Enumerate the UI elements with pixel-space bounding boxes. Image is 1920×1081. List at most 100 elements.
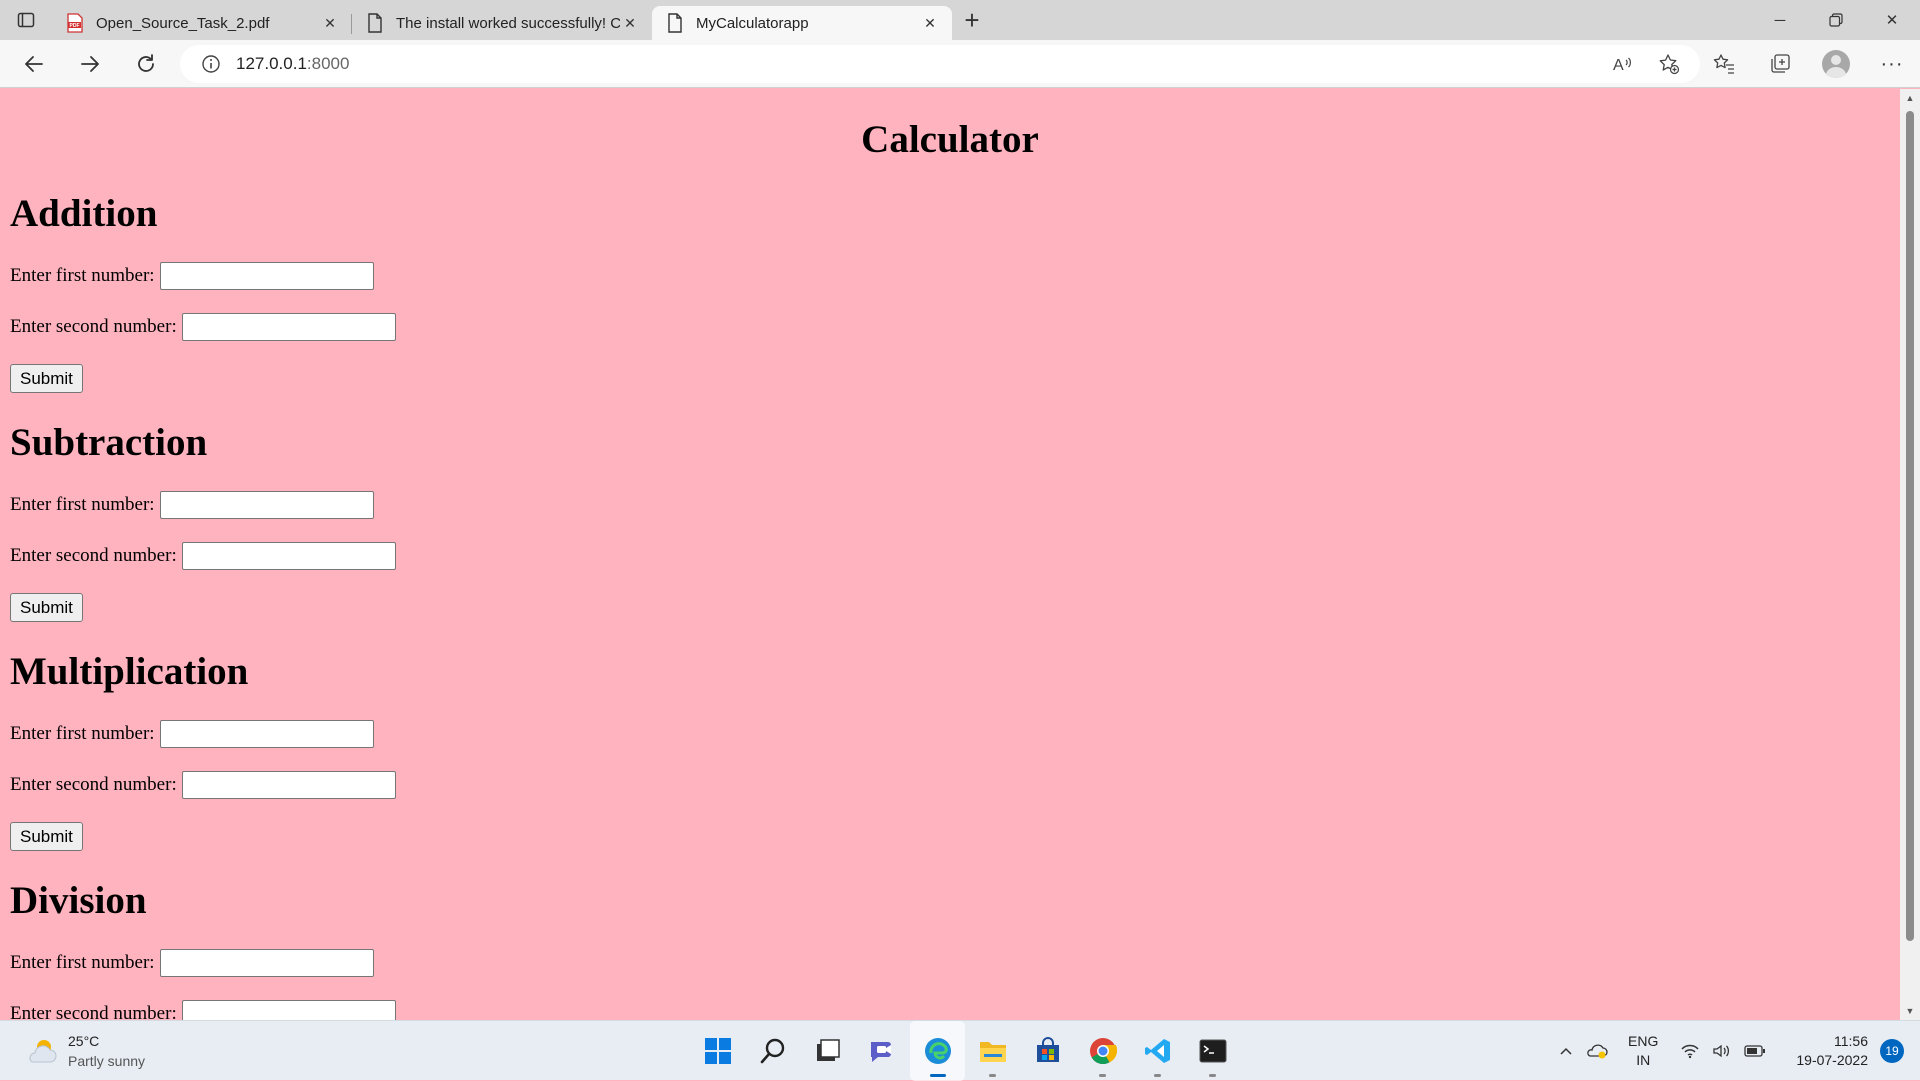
url-port: :8000 xyxy=(306,54,350,73)
tab-install[interactable]: The install worked successfully! C ✕ xyxy=(352,6,652,40)
second-number-row: Enter second number: xyxy=(10,313,396,341)
subtraction-second-number-input[interactable] xyxy=(181,542,396,570)
avatar xyxy=(1822,50,1850,78)
section-heading: Division xyxy=(10,879,147,922)
forward-icon[interactable] xyxy=(62,40,118,88)
first-number-row: Enter first number: xyxy=(10,491,374,519)
chrome-icon[interactable] xyxy=(1075,1021,1130,1081)
multiplication-second-number-input[interactable] xyxy=(181,771,396,799)
svg-text:A: A xyxy=(1613,57,1624,74)
partly-sunny-icon xyxy=(29,1040,57,1063)
refresh-icon[interactable] xyxy=(118,40,174,88)
add-favorite-icon[interactable] xyxy=(1646,53,1692,75)
profile-avatar[interactable] xyxy=(1808,40,1864,88)
addition-second-number-input[interactable] xyxy=(181,313,396,341)
browser-toolbar: 127.0.0.1:8000 A ··· xyxy=(0,40,1920,88)
more-options-icon[interactable]: ··· xyxy=(1864,40,1920,88)
favorites-icon[interactable] xyxy=(1696,40,1752,88)
system-tray: ENG IN 11:56 19-07-2022 19 xyxy=(1552,1021,1920,1081)
section-heading: Subtraction xyxy=(10,421,208,464)
task-view-icon[interactable] xyxy=(800,1021,855,1081)
address-bar-actions: A xyxy=(1600,45,1692,83)
weather-temp: 25°C xyxy=(68,1033,100,1049)
toolbar-actions: ··· xyxy=(1696,40,1920,88)
read-aloud-icon[interactable]: A xyxy=(1600,54,1646,74)
close-icon[interactable]: ✕ xyxy=(320,13,340,33)
second-number-label: Enter second number: xyxy=(10,1003,177,1020)
collections-icon[interactable] xyxy=(1752,40,1808,88)
page-icon xyxy=(366,13,384,33)
addition-submit-button[interactable]: Submit xyxy=(10,364,83,393)
second-number-row: Enter second number: xyxy=(10,1000,396,1020)
multiplication-first-number-input[interactable] xyxy=(159,720,374,748)
tab-pdf[interactable]: PDF Open_Source_Task_2.pdf ✕ xyxy=(52,6,352,40)
weather-widget[interactable]: 25°C Partly sunny xyxy=(24,1031,145,1071)
page-title: Calculator xyxy=(861,118,1039,161)
language-line2: IN xyxy=(1636,1052,1651,1068)
tab-mycalculatorapp[interactable]: MyCalculatorapp ✕ xyxy=(652,6,952,40)
first-number-label: Enter first number: xyxy=(10,723,155,744)
show-hidden-icons-icon[interactable] xyxy=(1552,1043,1580,1059)
notification-center[interactable]: 19 xyxy=(1874,1039,1910,1063)
subtraction-submit-button[interactable]: Submit xyxy=(10,593,83,622)
subtraction-first-number-input[interactable] xyxy=(159,491,374,519)
first-number-row: Enter first number: xyxy=(10,262,374,290)
division-second-number-input[interactable] xyxy=(181,1000,396,1020)
new-tab-icon[interactable]: + xyxy=(952,0,992,40)
section-heading: Addition xyxy=(10,192,158,235)
clock[interactable]: 11:56 19-07-2022 xyxy=(1790,1032,1874,1070)
page-icon xyxy=(666,13,684,33)
page-viewport: Calculator Addition Enter first number: … xyxy=(0,89,1900,1020)
info-icon[interactable] xyxy=(200,53,222,75)
close-icon[interactable]: ✕ xyxy=(920,13,940,33)
url-text[interactable]: 127.0.0.1:8000 xyxy=(236,54,349,74)
scroll-up-icon[interactable]: ▲ xyxy=(1905,93,1915,103)
back-icon[interactable] xyxy=(6,40,62,88)
division-first-number-input[interactable] xyxy=(159,949,374,977)
onedrive-icon[interactable] xyxy=(1580,1042,1614,1060)
restore-icon[interactable] xyxy=(1808,0,1864,40)
file-explorer-icon[interactable] xyxy=(965,1021,1020,1081)
second-number-label: Enter second number: xyxy=(10,316,177,337)
first-number-label: Enter first number: xyxy=(10,494,155,515)
first-number-row: Enter first number: xyxy=(10,720,374,748)
scroll-down-icon[interactable]: ▼ xyxy=(1905,1006,1915,1016)
clock-date: 19-07-2022 xyxy=(1796,1052,1868,1068)
search-icon[interactable] xyxy=(745,1021,800,1081)
terminal-icon[interactable] xyxy=(1185,1021,1240,1081)
edge-icon[interactable] xyxy=(910,1021,965,1081)
address-bar[interactable]: 127.0.0.1:8000 A xyxy=(180,45,1700,83)
svg-text:PDF: PDF xyxy=(70,23,80,29)
addition-first-number-input[interactable] xyxy=(159,262,374,290)
first-number-label: Enter first number: xyxy=(10,952,155,973)
weather-text: 25°C Partly sunny xyxy=(68,1031,145,1071)
language-indicator[interactable]: ENG IN xyxy=(1622,1032,1664,1070)
volume-icon[interactable] xyxy=(1706,1043,1738,1059)
clock-time: 11:56 xyxy=(1834,1033,1868,1049)
multiplication-submit-button[interactable]: Submit xyxy=(10,822,83,851)
taskbar-apps xyxy=(690,1021,1240,1081)
tab-title: Open_Source_Task_2.pdf xyxy=(96,14,270,32)
battery-icon[interactable] xyxy=(1738,1044,1772,1058)
tab-actions-icon[interactable] xyxy=(0,0,52,40)
teams-chat-icon[interactable] xyxy=(855,1021,910,1081)
second-number-row: Enter second number: xyxy=(10,771,396,799)
scroll-thumb[interactable] xyxy=(1906,111,1914,941)
language-line1: ENG xyxy=(1628,1033,1659,1049)
minimize-icon[interactable]: ─ xyxy=(1752,0,1808,40)
window-controls: ─ ✕ xyxy=(1752,0,1920,40)
wifi-icon[interactable] xyxy=(1674,1043,1706,1059)
close-window-icon[interactable]: ✕ xyxy=(1864,0,1920,40)
store-icon[interactable] xyxy=(1020,1021,1075,1081)
first-number-label: Enter first number: xyxy=(10,265,155,286)
second-number-row: Enter second number: xyxy=(10,542,396,570)
second-number-label: Enter second number: xyxy=(10,545,177,566)
vscode-icon[interactable] xyxy=(1130,1021,1185,1081)
pdf-icon: PDF xyxy=(66,13,84,33)
close-icon[interactable]: ✕ xyxy=(620,13,640,33)
page-scrollbar[interactable]: ▲ ▼ xyxy=(1900,89,1920,1020)
second-number-label: Enter second number: xyxy=(10,774,177,795)
start-icon[interactable] xyxy=(690,1021,745,1081)
weather-condition: Partly sunny xyxy=(68,1053,146,1069)
taskbar: 25°C Partly sunny ENG IN 11:56 19-07-202… xyxy=(0,1020,1920,1081)
